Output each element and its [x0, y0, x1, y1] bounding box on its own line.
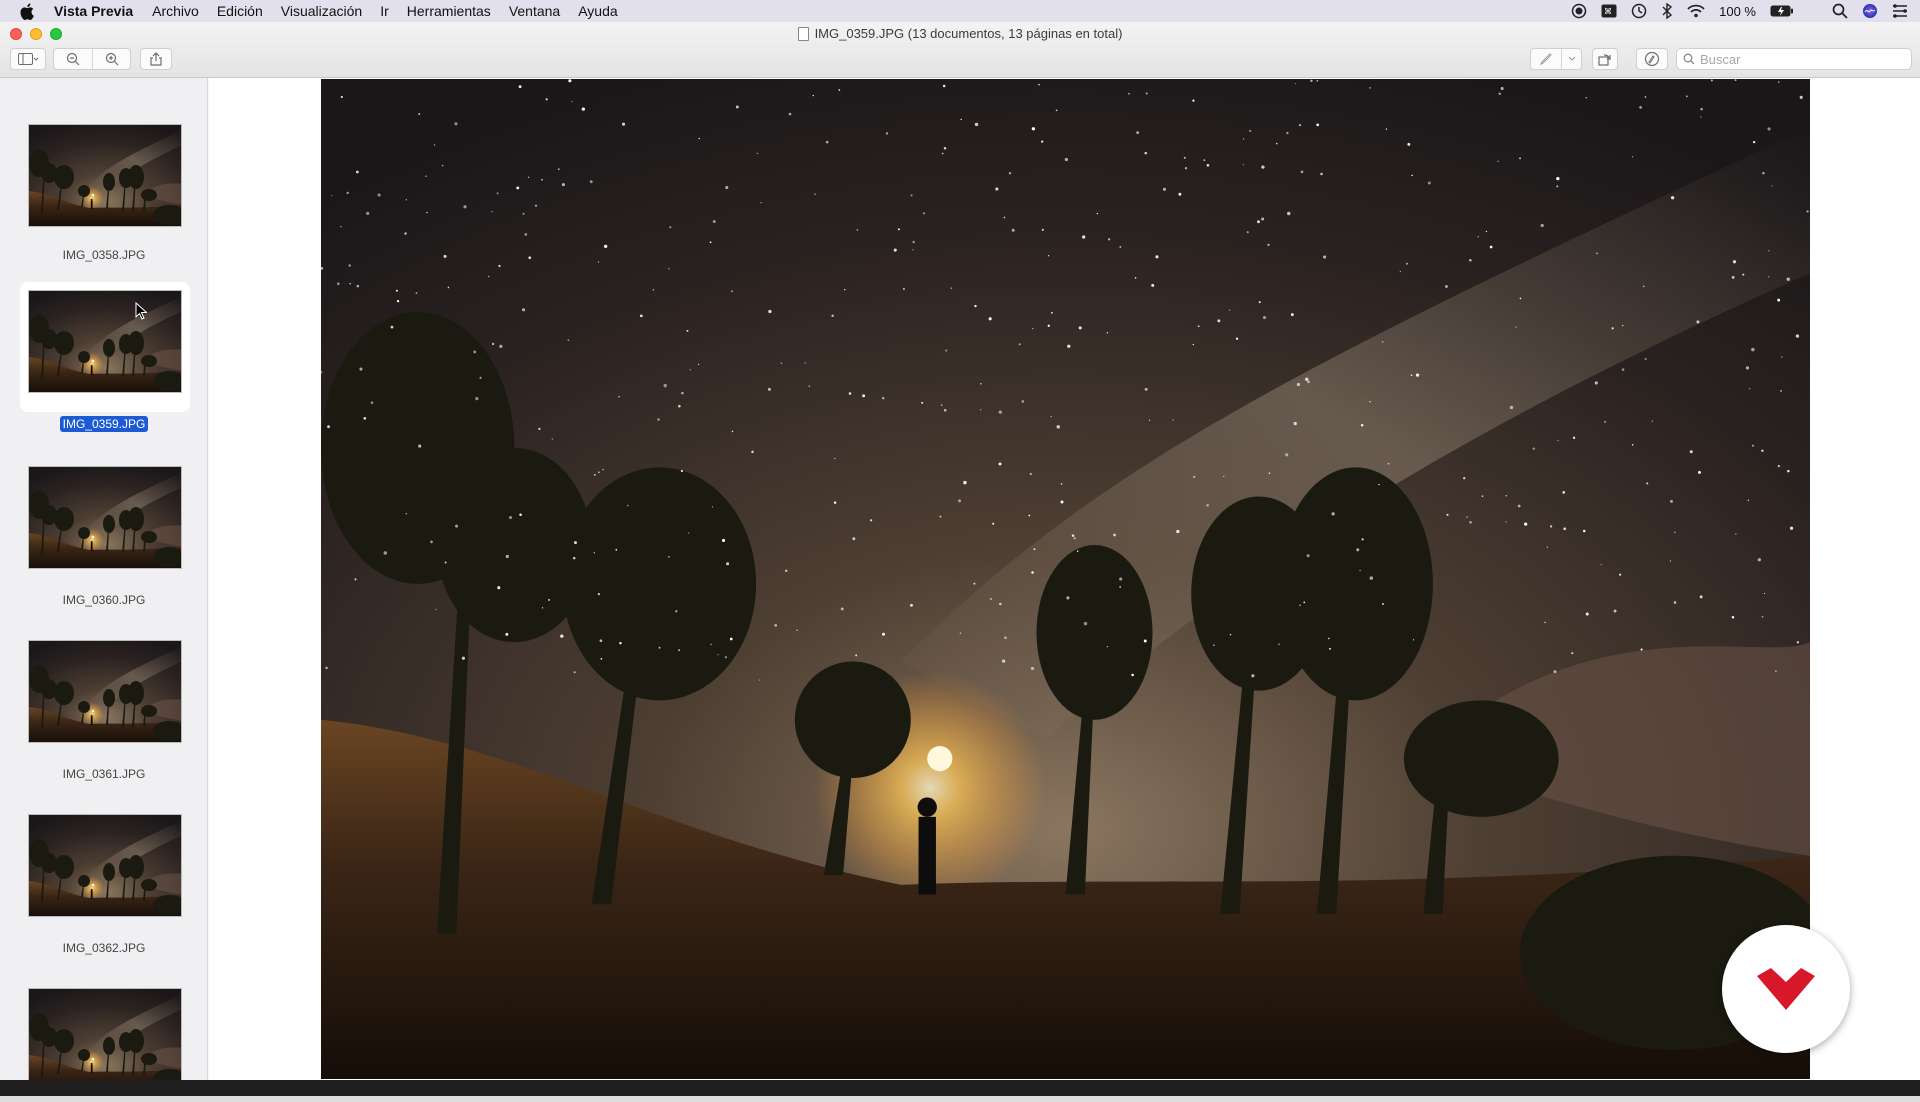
- battery-icon[interactable]: [1770, 5, 1794, 17]
- sidebar-toggle-button[interactable]: [10, 48, 46, 70]
- apple-menu-icon[interactable]: [20, 2, 36, 20]
- title-bar: IMG_0359.JPG (13 documentos, 13 páginas …: [0, 22, 1920, 78]
- menu-archivo[interactable]: Archivo: [152, 3, 199, 19]
- thumbnail-label: IMG_0360.JPG: [62, 593, 146, 607]
- screen-icon[interactable]: ⌘: [1601, 4, 1617, 18]
- markup-pen-group: [1530, 48, 1582, 70]
- menu-ventana[interactable]: Ventana: [509, 3, 560, 19]
- thumbnail-image: [28, 290, 182, 393]
- zoom-out-icon: [66, 52, 80, 66]
- logo-icon: [1757, 968, 1815, 1010]
- rotate-button[interactable]: [1592, 48, 1618, 70]
- brand-logo: [1722, 925, 1850, 1053]
- status-strip: [0, 1096, 1920, 1102]
- thumbnail-image: [28, 640, 182, 743]
- menu-herramientas[interactable]: Herramientas: [407, 3, 491, 19]
- markup-pen-dropdown[interactable]: [1561, 49, 1581, 69]
- thumbnail-image: [28, 466, 182, 569]
- thumbnail-img-next[interactable]: [20, 980, 190, 1080]
- thumbnail-img-0361[interactable]: [20, 632, 190, 762]
- thumbnail-image: [28, 814, 182, 917]
- menu-edicion[interactable]: Edición: [217, 3, 263, 19]
- thumbnail-label: IMG_0362.JPG: [62, 941, 146, 955]
- menu-visualizacion[interactable]: Visualización: [281, 3, 362, 19]
- share-button[interactable]: [140, 48, 172, 70]
- markup-toolbar-button[interactable]: [1636, 48, 1668, 70]
- search-field[interactable]: Buscar: [1676, 48, 1912, 70]
- document-view[interactable]: [209, 78, 1920, 1080]
- markup-pen-button[interactable]: [1531, 49, 1561, 69]
- thumbnail-label: IMG_0361.JPG: [62, 767, 146, 781]
- rotate-icon: [1598, 54, 1611, 66]
- search-placeholder: Buscar: [1700, 51, 1741, 67]
- share-icon: [150, 52, 162, 66]
- preview-window: IMG_0359.JPG (13 documentos, 13 páginas …: [0, 22, 1920, 1102]
- zoom-controls: [53, 48, 131, 70]
- svg-text:⌘: ⌘: [1604, 7, 1612, 16]
- window-title: IMG_0359.JPG (13 documentos, 13 páginas …: [0, 26, 1920, 41]
- record-icon[interactable]: [1571, 3, 1587, 19]
- spotlight-icon[interactable]: [1832, 3, 1848, 19]
- menu-bar: Vista Previa Archivo Edición Visualizaci…: [0, 0, 1920, 22]
- thumbnail-image: [28, 124, 182, 227]
- thumbnail-img-0358[interactable]: [20, 116, 190, 246]
- thumbnail-label: IMG_0358.JPG: [62, 248, 146, 262]
- search-icon: [1683, 53, 1695, 65]
- battery-percentage: 100 %: [1719, 3, 1756, 19]
- app-menu[interactable]: Vista Previa: [54, 3, 133, 19]
- markup-icon: [1644, 51, 1660, 67]
- zoom-in-icon: [105, 52, 118, 66]
- zoom-out-button[interactable]: [54, 49, 92, 69]
- chevron-down-icon: [1568, 56, 1575, 61]
- menu-ayuda[interactable]: Ayuda: [578, 3, 617, 19]
- mouse-cursor-icon: [135, 302, 147, 320]
- pen-icon: [1539, 53, 1552, 66]
- thumbnail-img-0359[interactable]: [20, 282, 190, 412]
- main-photo: [321, 79, 1810, 1079]
- wifi-icon[interactable]: [1687, 4, 1705, 18]
- sidebar-icon: [18, 53, 38, 65]
- bluetooth-icon[interactable]: [1661, 3, 1673, 19]
- thumbnail-img-0360[interactable]: [20, 458, 190, 588]
- thumbnail-image: [28, 988, 182, 1080]
- document-icon: [797, 26, 809, 41]
- menu-ir[interactable]: Ir: [380, 3, 389, 19]
- time-machine-icon[interactable]: [1631, 3, 1647, 19]
- zoom-in-button[interactable]: [92, 49, 130, 69]
- thumbnail-label-selected: IMG_0359.JPG: [0, 416, 207, 432]
- thumbnail-sidebar[interactable]: IMG_0358.JPG IMG_0359.JPG IMG_0360.JPG I…: [0, 78, 208, 1080]
- siri-icon[interactable]: [1862, 3, 1878, 19]
- control-center-icon[interactable]: [1892, 4, 1908, 18]
- thumbnail-img-0362[interactable]: [20, 806, 190, 936]
- window-title-text: IMG_0359.JPG (13 documentos, 13 páginas …: [814, 26, 1123, 41]
